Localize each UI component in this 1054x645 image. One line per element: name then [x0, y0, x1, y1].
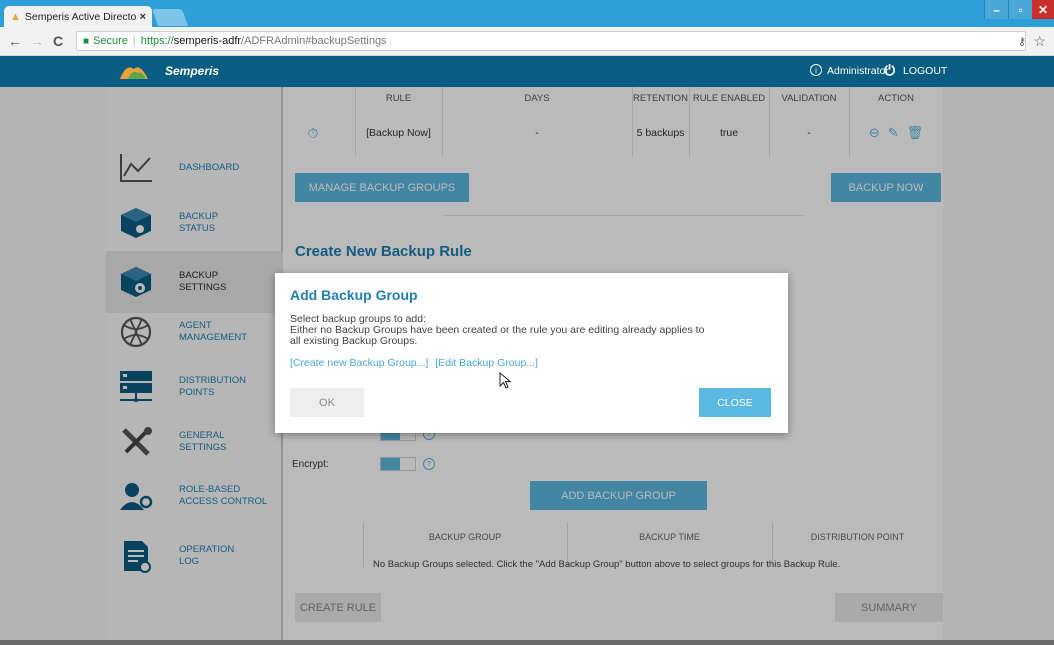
lock-icon: ■ [83, 35, 90, 47]
logout-button[interactable]: LOGOUT [903, 65, 947, 77]
minimize-icon[interactable]: – [984, 0, 1008, 19]
browser-tab[interactable]: ▲ Semperis Active Directo × [4, 6, 152, 27]
power-icon[interactable]: ⏻ [884, 62, 895, 79]
create-backup-group-link[interactable]: [Create new Backup Group...] [290, 357, 428, 369]
maximize-icon[interactable]: ▫ [1008, 0, 1032, 19]
dialog-title: Add Backup Group [290, 287, 418, 303]
semperis-favicon-icon: ▲ [10, 10, 21, 23]
window-close-icon[interactable]: ✕ [1032, 0, 1054, 19]
key-icon[interactable]: ⚷ [1018, 35, 1026, 48]
dialog-message-line: all existing Backup Groups. [290, 335, 418, 347]
taskbar-strip [0, 640, 1054, 645]
user-name[interactable]: Administrator [827, 65, 889, 77]
reload-icon[interactable]: C [53, 33, 63, 49]
address-bar: ← → C ■ Secure | https:// semperis-adfr … [0, 27, 1054, 56]
user-icon[interactable]: i [810, 64, 822, 76]
dialog-message: Select backup groups to add: Either no B… [290, 314, 775, 347]
forward-arrow-icon[interactable]: → [30, 33, 44, 49]
tab-title: Semperis Active Directo [24, 10, 136, 23]
url-protocol: https:// [140, 35, 174, 47]
mouse-cursor-icon [499, 372, 512, 389]
brand-name: Semperis [165, 64, 220, 78]
close-button[interactable]: CLOSE [699, 388, 771, 417]
url-separator: | [132, 35, 136, 47]
url-field[interactable]: ■ Secure | https:// semperis-adfr /ADFRA… [76, 31, 1026, 51]
browser-titlebar: ▲ Semperis Active Directo × – ▫ ✕ [0, 0, 1054, 27]
back-arrow-icon[interactable]: ← [8, 33, 22, 49]
semperis-logo-icon [120, 67, 148, 79]
url-host: semperis-adfr [173, 35, 242, 47]
url-path: /ADFRAdmin#backupSettings [241, 35, 387, 47]
add-backup-group-dialog: Add Backup Group Select backup groups to… [275, 273, 788, 433]
edit-backup-group-link[interactable]: [Edit Backup Group...] [435, 357, 538, 369]
new-tab-button[interactable] [151, 9, 189, 26]
dialog-links: [Create new Backup Group...] [Edit Backu… [290, 357, 542, 369]
bookmark-star-icon[interactable]: ☆ [1033, 33, 1046, 50]
secure-label: Secure [93, 35, 128, 47]
tab-close-icon[interactable]: × [140, 11, 146, 23]
ok-button[interactable]: OK [290, 388, 364, 417]
app-header: Semperis i Administrator ⏻ LOGOUT [0, 56, 1054, 87]
window-controls: – ▫ ✕ [984, 0, 1054, 19]
